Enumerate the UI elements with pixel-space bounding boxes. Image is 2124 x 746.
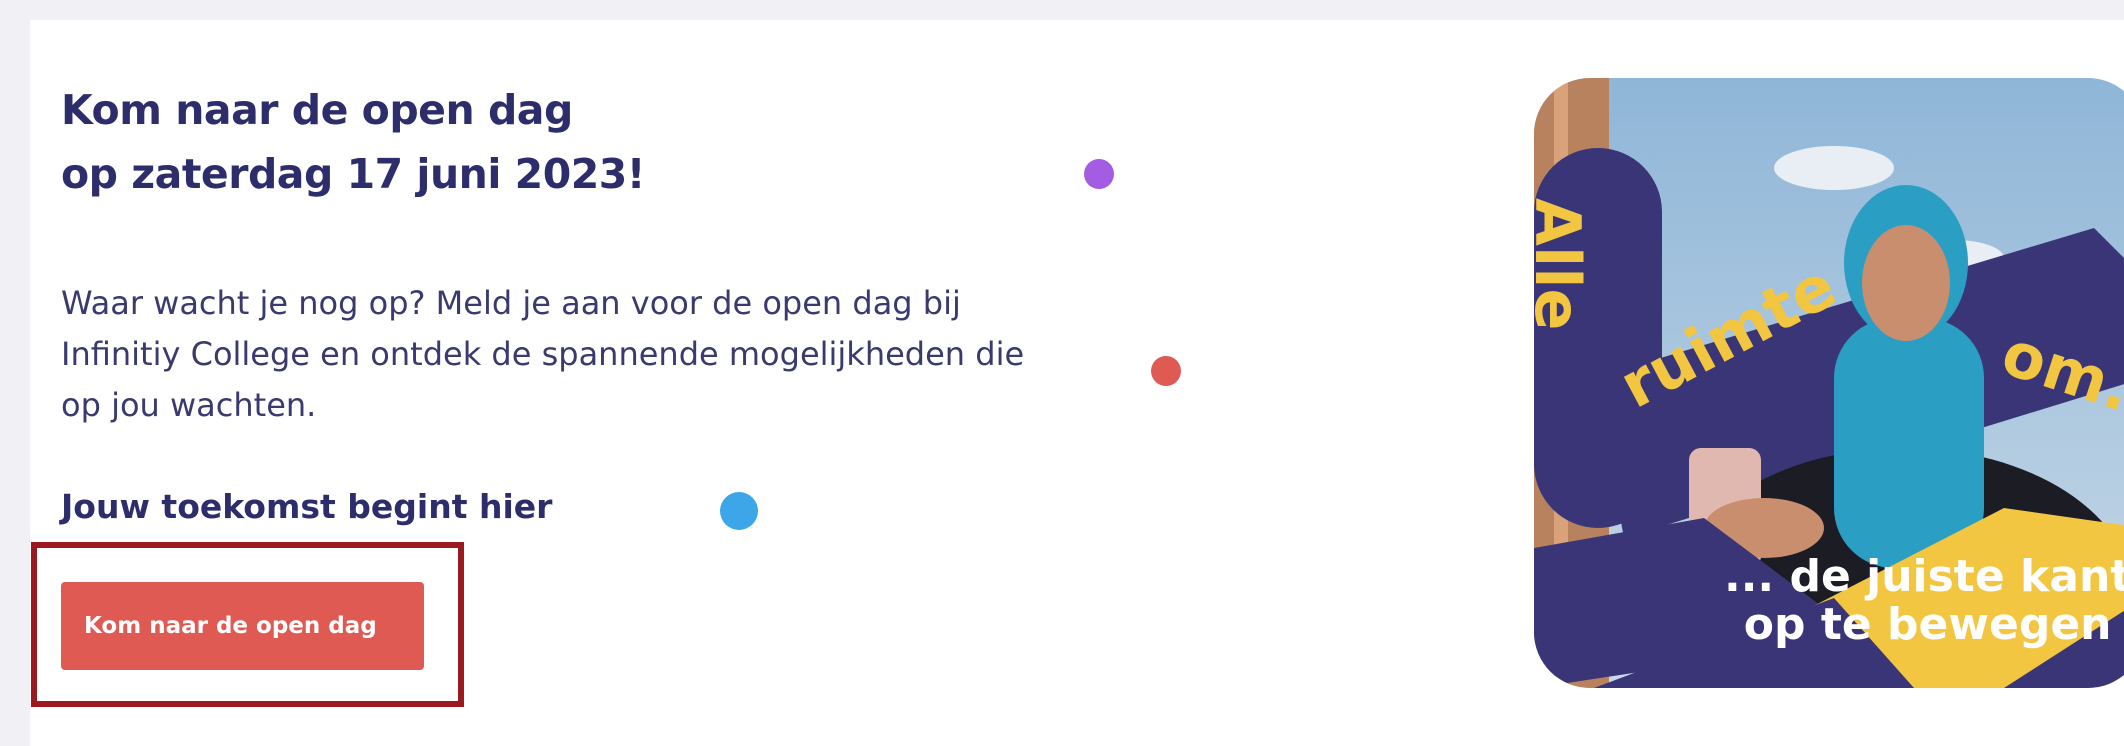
title-line-1: Kom naar de open dag [61, 86, 573, 134]
promo-image: Alle ruimte om... ... de juiste kant op … [1534, 78, 2124, 688]
decorative-dot-purple [1084, 159, 1114, 189]
subheading: Jouw toekomst begint hier [61, 487, 553, 526]
promo-text-bottom: ... de juiste kant op te bewegen [1724, 553, 2124, 649]
intro-paragraph: Waar wacht je nog op? Meld je aan voor d… [61, 284, 1025, 424]
decorative-dot-blue [720, 492, 758, 530]
promo-text-bottom-line-2: op te bewegen [1743, 599, 2112, 650]
decorative-dot-red [1151, 356, 1181, 386]
title-line-2: op zaterdag 17 juni 2023! [61, 150, 645, 198]
open-day-button[interactable]: Kom naar de open dag [61, 582, 424, 670]
promo-text-alle: Alle [1534, 198, 1594, 331]
promo-text-bottom-line-1: ... de juiste kant [1724, 551, 2124, 602]
page-title: Kom naar de open dag op zaterdag 17 juni… [61, 78, 1061, 206]
